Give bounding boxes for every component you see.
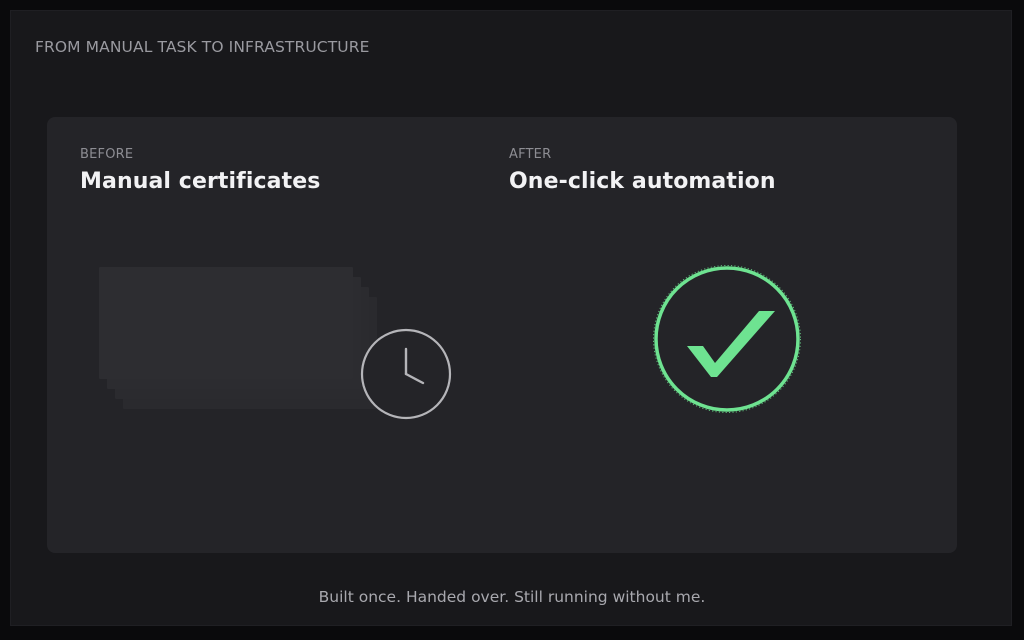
comparison-panel: BEFORE Manual certificates AFTER One-cli… xyxy=(47,117,957,553)
section-kicker: FROM MANUAL TASK TO INFRASTRUCTURE xyxy=(35,38,370,56)
certificate-sheet xyxy=(99,267,353,379)
certificate-stack xyxy=(47,117,957,553)
footer-tagline: Built once. Handed over. Still running w… xyxy=(318,588,706,606)
clock-icon xyxy=(360,328,452,420)
checkmark-icon xyxy=(653,265,801,413)
